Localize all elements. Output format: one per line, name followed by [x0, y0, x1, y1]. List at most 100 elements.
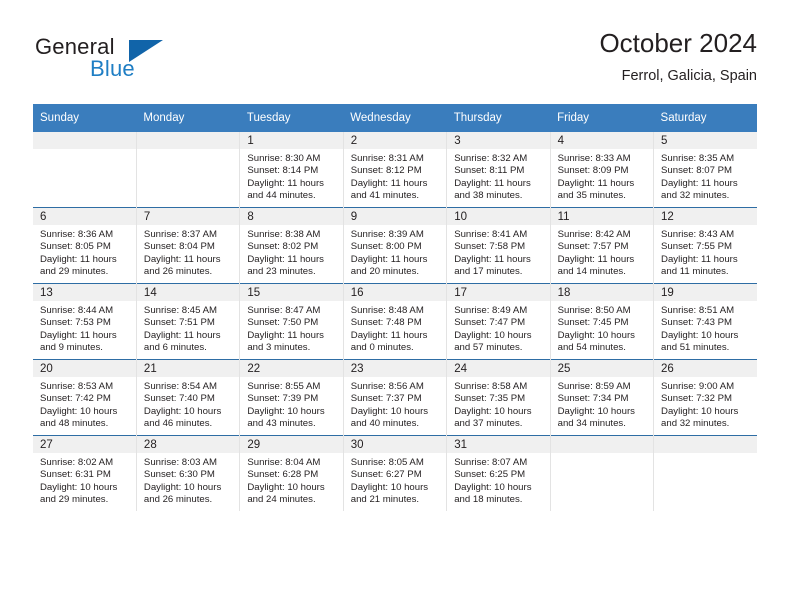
- sunrise-text: Sunrise: 8:47 AM: [247, 305, 321, 316]
- day-cell[interactable]: 7 Sunrise: 8:37 AM Sunset: 8:04 PM Dayli…: [136, 207, 241, 284]
- sunrise-text: Sunrise: 8:04 AM: [247, 457, 321, 468]
- daylight-text-line1: Daylight: 11 hours: [661, 253, 738, 265]
- day-cell[interactable]: 28 Sunrise: 8:03 AM Sunset: 6:30 PM Dayl…: [136, 435, 241, 511]
- sunset-text: Sunset: 6:28 PM: [247, 469, 319, 481]
- day-details: Sunrise: 8:58 AM Sunset: 7:35 PM Dayligh…: [447, 377, 549, 430]
- day-cell[interactable]: 9 Sunrise: 8:39 AM Sunset: 8:00 PM Dayli…: [343, 207, 448, 284]
- sunset-text: Sunset: 7:47 PM: [454, 317, 526, 329]
- day-cell[interactable]: 5 Sunrise: 8:35 AM Sunset: 8:07 PM Dayli…: [653, 132, 757, 208]
- daylight-text-line2: and 11 minutes.: [661, 265, 729, 277]
- day-details: [33, 149, 136, 153]
- day-cell[interactable]: 21 Sunrise: 8:54 AM Sunset: 7:40 PM Dayl…: [136, 359, 241, 436]
- daylight-text-line2: and 41 minutes.: [350, 189, 420, 201]
- day-cell[interactable]: 15 Sunrise: 8:47 AM Sunset: 7:50 PM Dayl…: [239, 283, 344, 360]
- sunset-text: Sunset: 8:04 PM: [143, 241, 215, 253]
- sunset-text: Sunset: 7:48 PM: [350, 317, 422, 329]
- day-number: 21: [136, 360, 240, 377]
- calendar-body: 1 Sunrise: 8:30 AM Sunset: 8:14 PM Dayli…: [33, 132, 757, 511]
- day-cell[interactable]: 8 Sunrise: 8:38 AM Sunset: 8:02 PM Dayli…: [239, 207, 344, 284]
- day-cell[interactable]: 3 Sunrise: 8:32 AM Sunset: 8:11 PM Dayli…: [446, 132, 551, 208]
- daylight-text-line1: Daylight: 10 hours: [143, 405, 222, 417]
- weekday-header-sunday: Sunday: [33, 104, 137, 132]
- day-cell[interactable]: 18 Sunrise: 8:50 AM Sunset: 7:45 PM Dayl…: [550, 283, 655, 360]
- daylight-text-line1: Daylight: 11 hours: [454, 177, 531, 189]
- day-cell[interactable]: 13 Sunrise: 8:44 AM Sunset: 7:53 PM Dayl…: [33, 283, 137, 360]
- sunset-text: Sunset: 7:34 PM: [557, 393, 629, 405]
- day-cell[interactable]: 16 Sunrise: 8:48 AM Sunset: 7:48 PM Dayl…: [343, 283, 448, 360]
- day-cell[interactable]: 23 Sunrise: 8:56 AM Sunset: 7:37 PM Dayl…: [343, 359, 448, 436]
- day-cell[interactable]: 2 Sunrise: 8:31 AM Sunset: 8:12 PM Dayli…: [343, 132, 448, 208]
- day-cell[interactable]: 11 Sunrise: 8:42 AM Sunset: 7:57 PM Dayl…: [550, 207, 655, 284]
- day-cell[interactable]: 20 Sunrise: 8:53 AM Sunset: 7:42 PM Dayl…: [33, 359, 137, 436]
- sunset-text: Sunset: 8:11 PM: [454, 165, 525, 177]
- day-number: 30: [343, 436, 447, 453]
- day-cell[interactable]: 30 Sunrise: 8:05 AM Sunset: 6:27 PM Dayl…: [343, 435, 448, 511]
- day-details: Sunrise: 8:43 AM Sunset: 7:55 PM Dayligh…: [654, 225, 757, 278]
- day-cell[interactable]: 4 Sunrise: 8:33 AM Sunset: 8:09 PM Dayli…: [550, 132, 655, 208]
- day-number: 15: [240, 284, 343, 301]
- daylight-text-line2: and 32 minutes.: [661, 417, 730, 429]
- day-details: Sunrise: 8:05 AM Sunset: 6:27 PM Dayligh…: [344, 453, 446, 506]
- sunrise-text: Sunrise: 8:59 AM: [557, 381, 631, 392]
- day-cell[interactable]: [33, 132, 137, 208]
- daylight-text-line2: and 24 minutes.: [247, 493, 316, 505]
- day-details: Sunrise: 8:30 AM Sunset: 8:14 PM Dayligh…: [240, 149, 342, 202]
- sunrise-text: Sunrise: 8:50 AM: [557, 305, 631, 316]
- day-cell[interactable]: 22 Sunrise: 8:55 AM Sunset: 7:39 PM Dayl…: [239, 359, 344, 436]
- sunrise-text: Sunrise: 8:51 AM: [661, 305, 735, 316]
- day-cell[interactable]: 26 Sunrise: 9:00 AM Sunset: 7:32 PM Dayl…: [653, 359, 757, 436]
- sunset-text: Sunset: 7:32 PM: [661, 393, 732, 405]
- day-cell[interactable]: 6 Sunrise: 8:36 AM Sunset: 8:05 PM Dayli…: [33, 207, 137, 284]
- sunset-text: Sunset: 7:51 PM: [143, 317, 215, 329]
- day-number: [654, 436, 757, 453]
- title-block: October 2024 Ferrol, Galicia, Spain: [599, 28, 757, 86]
- general-blue-logo[interactable]: General Blue: [35, 34, 235, 90]
- calendar-grid: Sunday Monday Tuesday Wednesday Thursday…: [33, 104, 757, 511]
- sunrise-text: Sunrise: 9:00 AM: [661, 381, 735, 392]
- weekday-header-tuesday: Tuesday: [239, 104, 344, 132]
- day-cell[interactable]: [136, 132, 241, 208]
- page-subtitle: Ferrol, Galicia, Spain: [621, 68, 757, 84]
- day-details: Sunrise: 8:59 AM Sunset: 7:34 PM Dayligh…: [551, 377, 653, 430]
- day-details: Sunrise: 8:37 AM Sunset: 8:04 PM Dayligh…: [137, 225, 239, 278]
- day-cell[interactable]: [550, 435, 655, 511]
- day-cell[interactable]: 17 Sunrise: 8:49 AM Sunset: 7:47 PM Dayl…: [446, 283, 551, 360]
- day-details: [654, 453, 757, 457]
- daylight-text-line1: Daylight: 11 hours: [247, 177, 324, 189]
- sunset-text: Sunset: 7:37 PM: [350, 393, 422, 405]
- day-cell[interactable]: 31 Sunrise: 8:07 AM Sunset: 6:25 PM Dayl…: [446, 435, 551, 511]
- day-number: 2: [343, 132, 447, 149]
- daylight-text-line2: and 57 minutes.: [454, 341, 523, 353]
- day-details: Sunrise: 8:39 AM Sunset: 8:00 PM Dayligh…: [344, 225, 446, 278]
- day-cell[interactable]: 24 Sunrise: 8:58 AM Sunset: 7:35 PM Dayl…: [446, 359, 551, 436]
- daylight-text-line2: and 26 minutes.: [143, 265, 213, 277]
- daylight-text-line1: Daylight: 11 hours: [40, 329, 117, 341]
- day-number: [550, 436, 654, 453]
- sunset-text: Sunset: 7:57 PM: [557, 241, 629, 253]
- sunset-text: Sunset: 7:40 PM: [143, 393, 215, 405]
- day-cell[interactable]: 27 Sunrise: 8:02 AM Sunset: 6:31 PM Dayl…: [33, 435, 137, 511]
- sunrise-text: Sunrise: 8:32 AM: [454, 153, 528, 164]
- day-cell[interactable]: 14 Sunrise: 8:45 AM Sunset: 7:51 PM Dayl…: [136, 283, 241, 360]
- day-cell[interactable]: 29 Sunrise: 8:04 AM Sunset: 6:28 PM Dayl…: [239, 435, 344, 511]
- day-cell[interactable]: 10 Sunrise: 8:41 AM Sunset: 7:58 PM Dayl…: [446, 207, 551, 284]
- day-details: Sunrise: 8:53 AM Sunset: 7:42 PM Dayligh…: [33, 377, 136, 430]
- day-cell[interactable]: [653, 435, 757, 511]
- day-cell[interactable]: 19 Sunrise: 8:51 AM Sunset: 7:43 PM Dayl…: [653, 283, 757, 360]
- day-cell[interactable]: 25 Sunrise: 8:59 AM Sunset: 7:34 PM Dayl…: [550, 359, 655, 436]
- weekday-header-row: Sunday Monday Tuesday Wednesday Thursday…: [33, 104, 757, 132]
- day-number: 7: [136, 208, 240, 225]
- daylight-text-line1: Daylight: 11 hours: [247, 329, 324, 341]
- sunrise-text: Sunrise: 8:42 AM: [557, 229, 631, 240]
- day-details: Sunrise: 8:49 AM Sunset: 7:47 PM Dayligh…: [447, 301, 549, 354]
- day-number: 6: [33, 208, 136, 225]
- day-cell[interactable]: 12 Sunrise: 8:43 AM Sunset: 7:55 PM Dayl…: [653, 207, 757, 284]
- daylight-text-line2: and 21 minutes.: [350, 493, 420, 505]
- sunrise-text: Sunrise: 8:37 AM: [143, 229, 217, 240]
- day-cell[interactable]: 1 Sunrise: 8:30 AM Sunset: 8:14 PM Dayli…: [239, 132, 344, 208]
- day-number: 12: [654, 208, 757, 225]
- sunset-text: Sunset: 7:35 PM: [454, 393, 526, 405]
- day-number: 8: [240, 208, 343, 225]
- daylight-text-line2: and 48 minutes.: [40, 417, 109, 429]
- day-number: 25: [550, 360, 654, 377]
